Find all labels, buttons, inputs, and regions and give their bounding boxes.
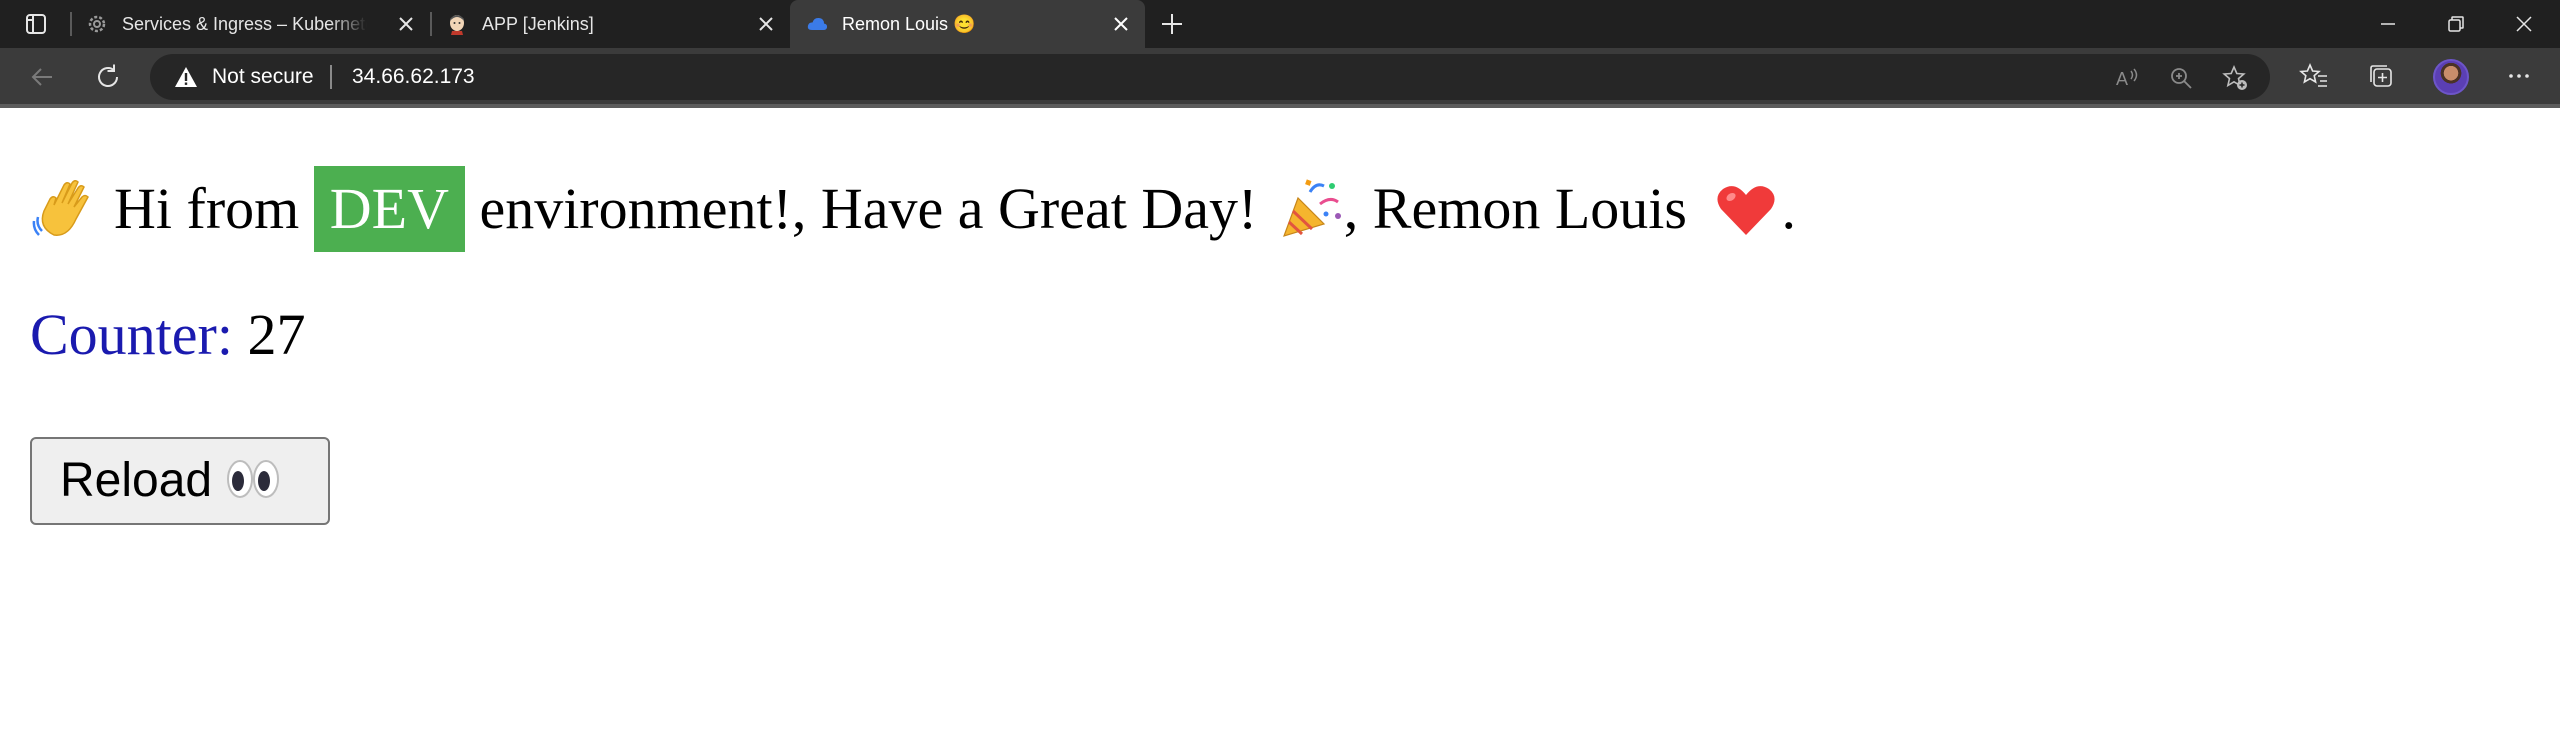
tab-strip: Services & Ingress – Kubernetes APP [Jen… (0, 0, 2560, 48)
greeting-end: . (1781, 176, 1796, 241)
more-options-icon[interactable] (2504, 61, 2534, 91)
tab-actions-icon (26, 14, 46, 34)
tab-kubernetes[interactable]: Services & Ingress – Kubernetes (70, 0, 425, 48)
reload-button[interactable]: Reload (30, 437, 330, 525)
tab-title: APP [Jenkins] (482, 14, 594, 34)
counter-label: Counter: (30, 302, 233, 367)
close-icon[interactable] (755, 13, 777, 35)
tab-actions-menu-button[interactable] (18, 10, 54, 38)
eyes-icon (227, 460, 280, 499)
zoom-icon[interactable] (2168, 65, 2194, 91)
collections-icon[interactable] (2366, 61, 2396, 91)
address-divider (330, 65, 332, 89)
jenkins-icon (450, 15, 464, 35)
party-popper-icon (1282, 179, 1341, 237)
restore-icon[interactable] (2444, 12, 2468, 36)
refresh-icon[interactable] (92, 61, 124, 93)
heart-icon (1717, 185, 1776, 235)
tab-remon-louis[interactable]: Remon Louis 😊 (790, 0, 1145, 48)
kubernetes-gear-icon (88, 15, 106, 33)
warning-icon[interactable] (174, 66, 198, 88)
profile-avatar[interactable] (2433, 59, 2469, 95)
new-tab-icon[interactable] (1158, 10, 1186, 38)
address-bar[interactable]: Not secure 34.66.62.173 A (150, 54, 2270, 100)
favorites-icon[interactable] (2299, 61, 2329, 91)
tab-title: Remon Louis 😊 (842, 14, 976, 34)
page-content: Hi from DEV environment!, Have a Great D… (0, 108, 2560, 754)
greeting-prefix: Hi from (114, 176, 300, 241)
back-arrow-icon[interactable] (26, 61, 58, 93)
svg-text:A: A (2116, 69, 2128, 89)
url-text[interactable]: 34.66.62.173 (352, 65, 475, 89)
cloud-icon (807, 17, 828, 30)
add-favorite-icon[interactable] (2222, 65, 2248, 91)
greeting-middle: environment!, Have a Great Day! (479, 176, 1258, 241)
environment-badge: DEV (313, 166, 465, 252)
waving-hand-icon (32, 179, 89, 236)
close-icon[interactable] (1110, 13, 1132, 35)
browser-toolbar: Not secure 34.66.62.173 A (0, 48, 2560, 106)
tab-jenkins[interactable]: APP [Jenkins] (430, 0, 785, 48)
minimize-icon[interactable] (2376, 12, 2400, 36)
reload-button-label: Reload (60, 454, 213, 507)
counter-value: 27 (247, 302, 306, 367)
counter: Counter: 27 (30, 300, 305, 370)
read-aloud-icon[interactable]: A (2114, 65, 2140, 91)
close-window-icon[interactable] (2512, 12, 2536, 36)
greeting-name: , Remon Louis (1343, 176, 1687, 241)
security-status-label[interactable]: Not secure (212, 65, 314, 89)
close-icon[interactable] (395, 13, 417, 35)
greeting-line: Hi from DEV environment!, Have a Great D… (32, 166, 1796, 252)
tab-title: Services & Ingress – Kubernetes (122, 14, 367, 34)
